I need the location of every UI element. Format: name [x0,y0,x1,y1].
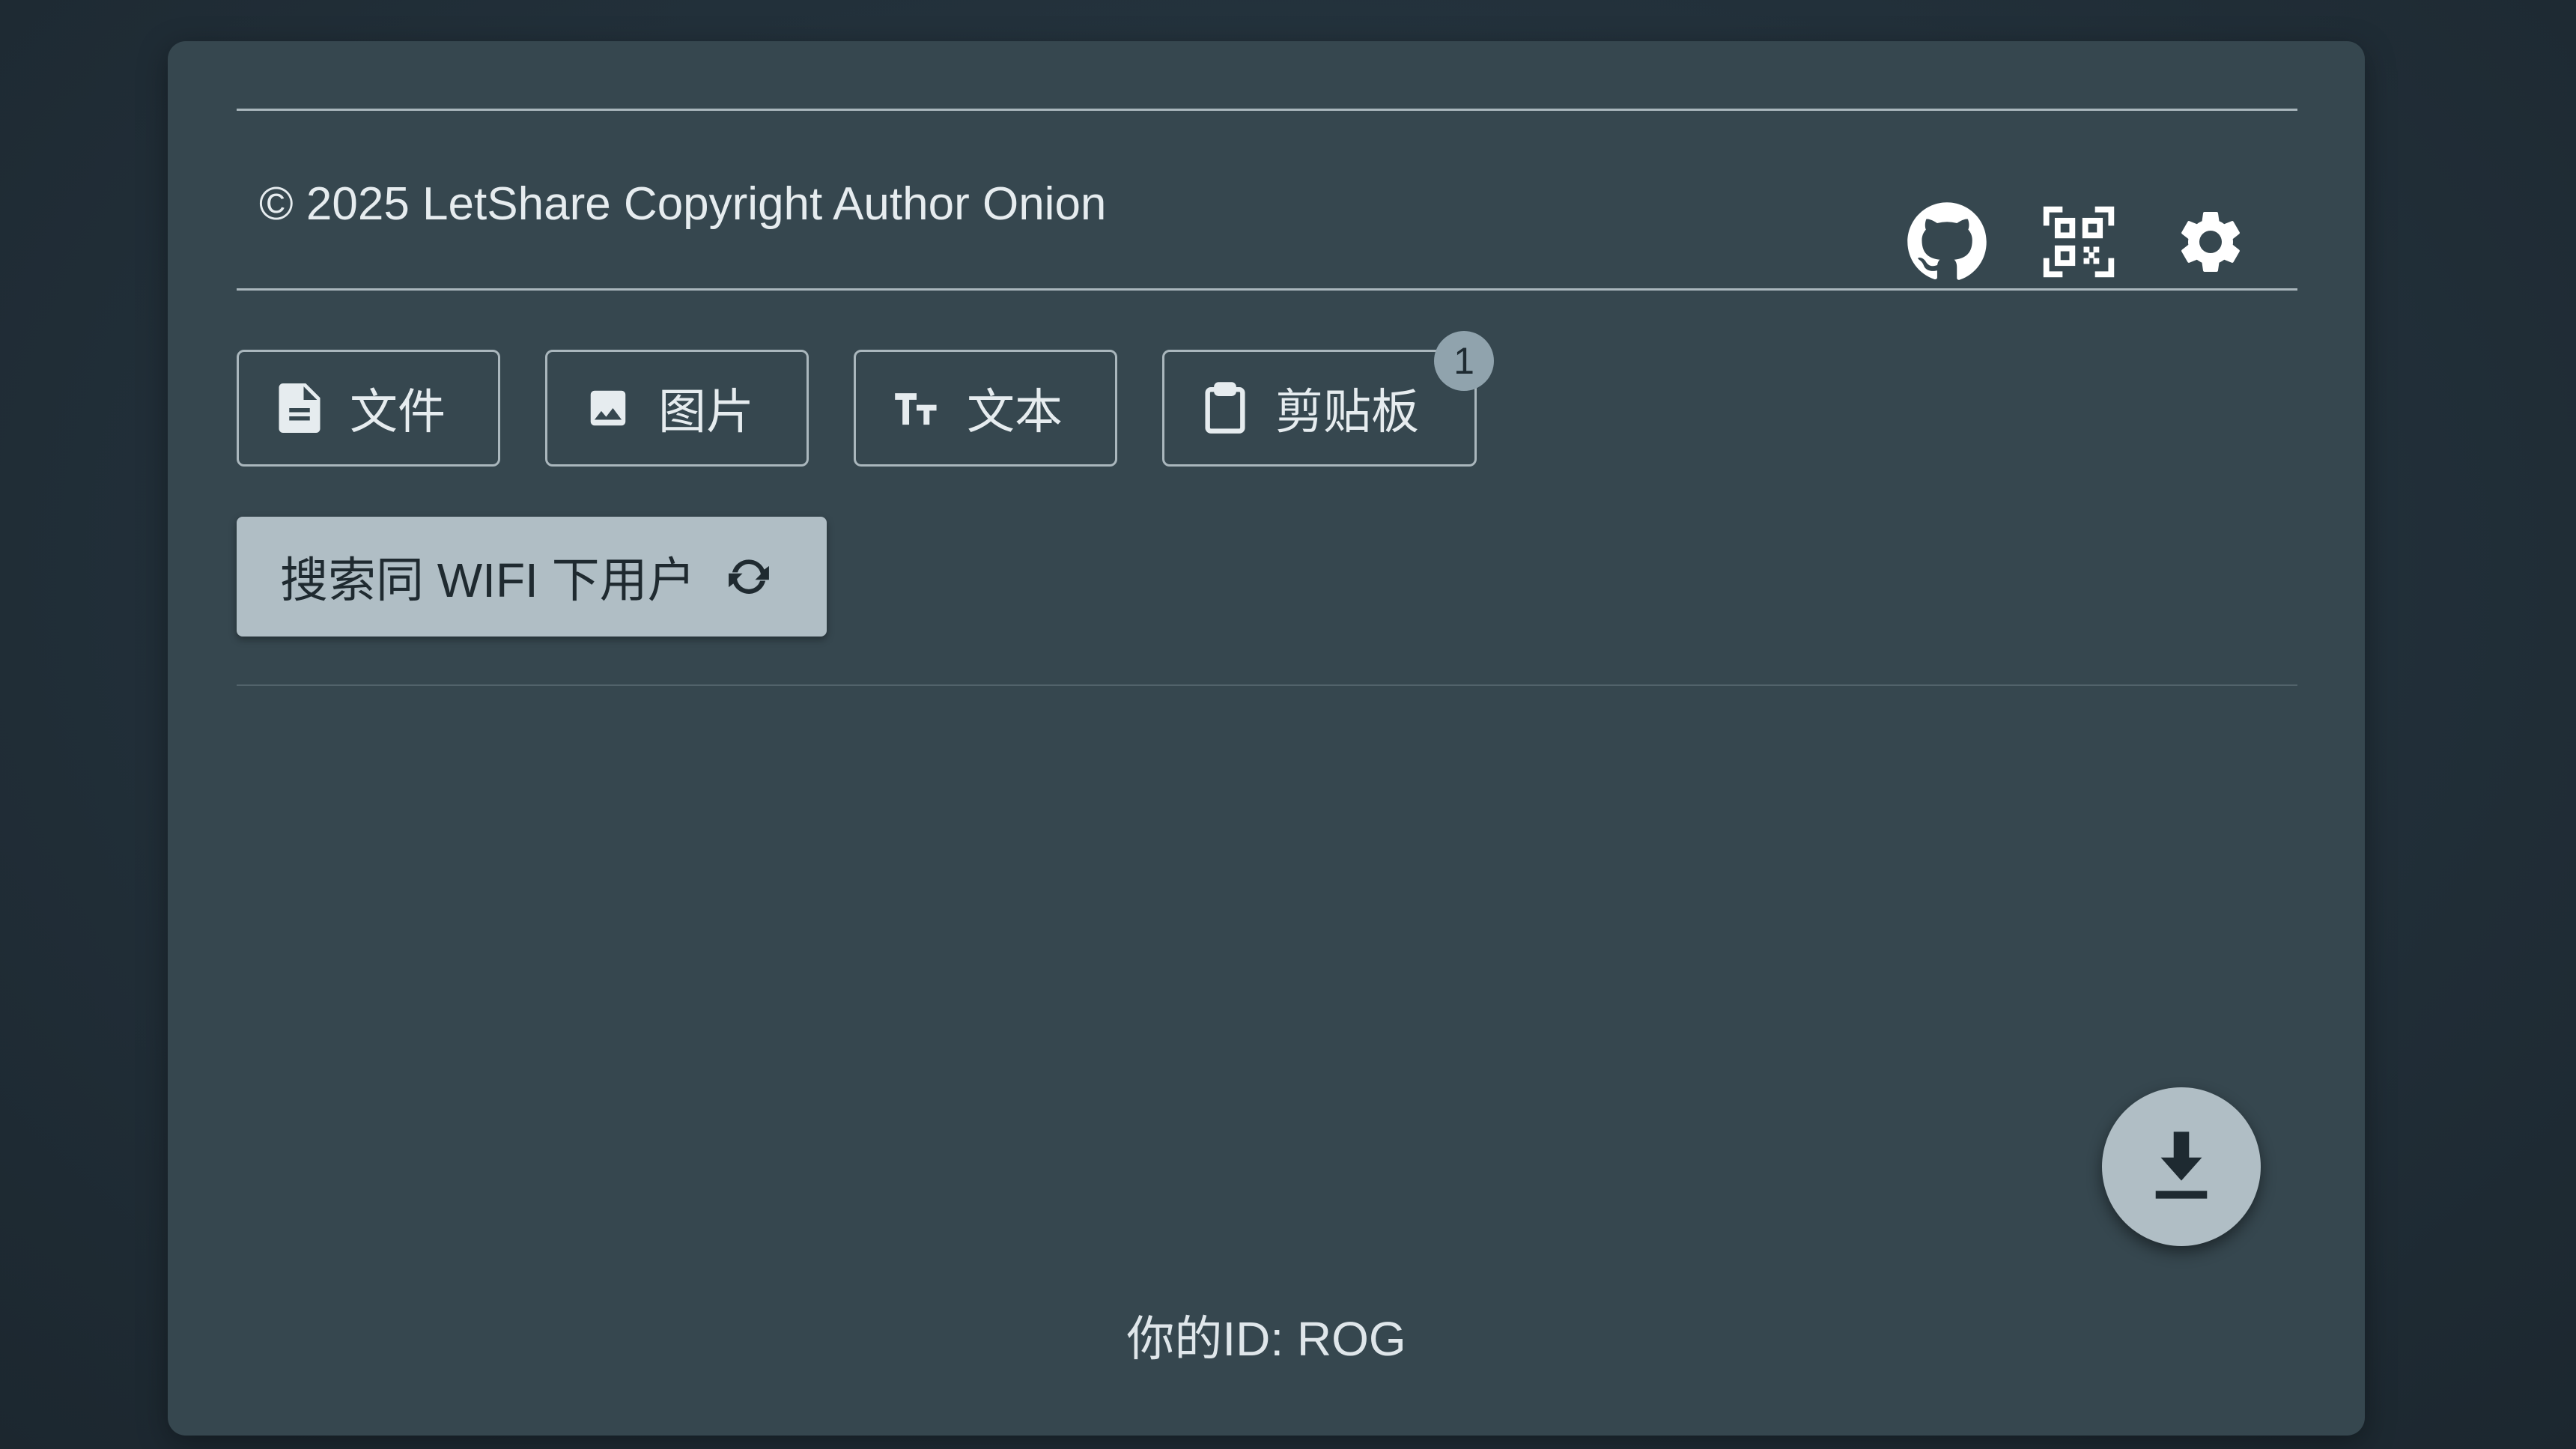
file-icon [276,382,323,434]
your-id-label: 你的ID: ROG [1126,1312,1406,1366]
settings-icon[interactable] [2166,197,2255,287]
clipboard-count-badge: 1 [1434,331,1494,391]
header-divider [237,288,2297,291]
image-icon [585,382,631,434]
download-icon [2150,1129,2213,1205]
clipboard-icon [1202,382,1248,434]
text-icon [893,382,940,434]
tab-file-label: 文件 [350,385,446,439]
download-fab[interactable] [2102,1087,2261,1246]
tab-file[interactable]: 文件 [237,350,500,467]
tab-text[interactable]: 文本 [854,350,1117,467]
search-wifi-users-label: 搜索同 WIFI 下用户 [280,553,696,607]
qr-code-icon[interactable] [2034,197,2124,287]
content-divider [237,684,2297,686]
github-icon[interactable] [1902,197,1992,287]
copyright-text: © 2025 LetShare Copyright Author Onion [259,178,1107,230]
tab-clipboard[interactable]: 剪贴板 1 [1162,331,1494,467]
tab-text-label: 文本 [967,385,1063,439]
main-card: © 2025 LetShare Copyright Author Onion 文… [168,41,2365,1436]
tab-image[interactable]: 图片 [545,350,809,467]
refresh-icon [721,549,777,604]
top-divider [237,109,2297,111]
tab-clipboard-label: 剪贴板 [1275,385,1419,439]
search-wifi-users-button[interactable]: 搜索同 WIFI 下用户 [237,517,827,637]
tab-image-label: 图片 [658,385,754,439]
